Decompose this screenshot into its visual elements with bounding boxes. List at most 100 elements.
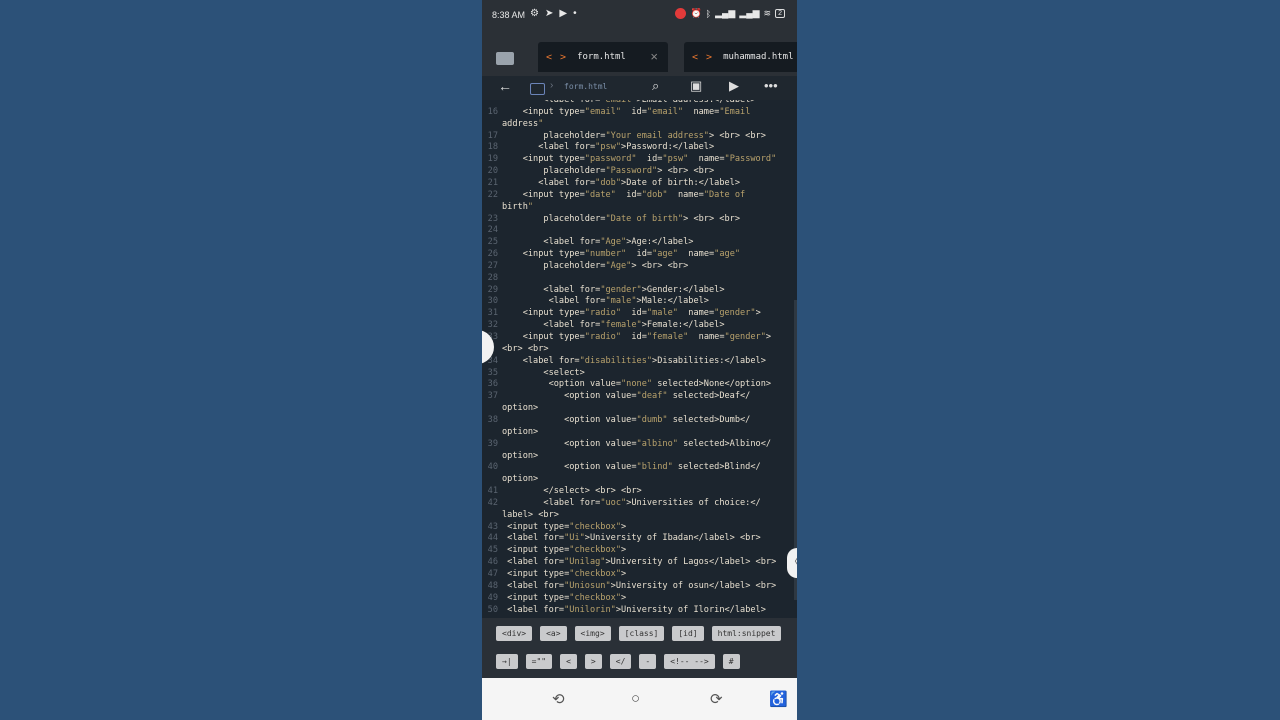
- code-line[interactable]: 25 <label for="Age">Age:</label>: [482, 236, 694, 248]
- code-line[interactable]: 30 <label for="male">Male:</label>: [482, 295, 709, 307]
- code-line[interactable]: address": [482, 118, 543, 130]
- snippet-key[interactable]: html:snippet: [711, 626, 782, 641]
- code-line[interactable]: 31 <input type="radio" id="male" name="g…: [482, 307, 761, 319]
- code-line[interactable]: option>: [482, 426, 538, 438]
- code-line[interactable]: 35 <select>: [482, 367, 585, 379]
- line-number: 35: [487, 367, 498, 378]
- recents-icon[interactable]: ⟲: [552, 690, 565, 708]
- code-line[interactable]: 37 <option value="deaf" selected>Deaf</: [482, 390, 751, 402]
- code-line[interactable]: option>: [482, 450, 538, 462]
- code-line[interactable]: 45 <input type="checkbox">: [482, 544, 627, 556]
- code-line[interactable]: 43 <input type="checkbox">: [482, 521, 627, 533]
- code-line[interactable]: birth": [482, 201, 533, 213]
- snippet-key[interactable]: →|: [496, 654, 518, 669]
- snippet-key[interactable]: #: [722, 654, 740, 669]
- code-line[interactable]: 23 placeholder="Date of birth"> <br> <br…: [482, 213, 740, 225]
- code-line[interactable]: 17 placeholder="Your email address"> <br…: [482, 130, 766, 142]
- code-line[interactable]: 44 <label for="Ui">University of Ibadan<…: [482, 532, 761, 544]
- code-text: <option value="blind" selected>Blind</: [502, 462, 761, 473]
- code-text: <input type="checkbox">: [502, 521, 627, 532]
- code-line[interactable]: 46 <label for="Unilag">University of Lag…: [482, 556, 777, 568]
- code-text: <option value="dumb" selected>Dumb</: [502, 414, 751, 425]
- snippet-key[interactable]: <a>: [540, 626, 567, 641]
- edge-panel-handle-right[interactable]: 〈: [787, 548, 797, 578]
- status-bar: 8:38 AM ⚙ ➤ ▶ • ⏰ ᛒ ▂▄▆ ▂▄▆ ≋ 2: [482, 0, 797, 34]
- code-line[interactable]: 41 </select> <br> <br>: [482, 485, 642, 497]
- code-editor[interactable]: <label for="email">Email address:</label…: [482, 100, 797, 618]
- code-text: <input type="email" id="email" name="Ema…: [502, 106, 751, 117]
- code-text: <input type="radio" id="female" name="ge…: [502, 332, 772, 342]
- code-line[interactable]: 34 <label for="disabilities">Disabilitie…: [482, 355, 766, 367]
- code-text: <label for="gender">Gender:</label>: [502, 284, 725, 295]
- code-icon: < >: [546, 51, 568, 63]
- code-text: birth": [502, 201, 534, 212]
- save-icon[interactable]: ▣: [690, 78, 702, 94]
- snippet-key[interactable]: -: [639, 654, 657, 669]
- code-line[interactable]: 18 <label for="psw">Password:</label>: [482, 141, 715, 153]
- back-arrow-icon[interactable]: ←: [498, 78, 512, 94]
- code-line[interactable]: 39 <option value="albino" selected>Albin…: [482, 438, 771, 450]
- code-line[interactable]: 24: [482, 224, 502, 236]
- snippet-key[interactable]: <img>: [574, 626, 611, 641]
- snippet-key[interactable]: <!-- -->: [664, 654, 715, 669]
- code-line[interactable]: 28: [482, 272, 502, 284]
- code-text: <input type="date" id="dob" name="Date o…: [502, 189, 746, 200]
- code-line[interactable]: label> <br>: [482, 509, 559, 521]
- code-line[interactable]: 33 <input type="radio" id="female" name=…: [482, 331, 771, 343]
- close-icon[interactable]: ×: [650, 49, 658, 64]
- tab-label: muhammad.html: [723, 52, 794, 62]
- snippet-key[interactable]: <div>: [496, 626, 533, 641]
- code-line[interactable]: 38 <option value="dumb" selected>Dumb</: [482, 414, 751, 426]
- code-line[interactable]: 48 <label for="Uniosun">University of os…: [482, 580, 777, 592]
- line-number: 19: [487, 154, 498, 165]
- snippet-key[interactable]: >: [584, 654, 602, 669]
- code-text: <label for="Unilag">University of Lagos<…: [502, 557, 777, 568]
- code-line[interactable]: 36 <option value="none" selected>None</o…: [482, 378, 771, 390]
- code-line[interactable]: option>: [482, 402, 538, 414]
- file-tab-bar: < > form.html × < > muhammad.html: [482, 34, 797, 76]
- code-line[interactable]: 19 <input type="password" id="psw" name=…: [482, 153, 777, 165]
- home-icon[interactable]: ○: [631, 690, 640, 707]
- accessibility-icon[interactable]: ♿: [769, 690, 788, 708]
- code-line[interactable]: 26 <input type="number" id="age" name="a…: [482, 248, 740, 260]
- snippet-key[interactable]: [class]: [618, 626, 665, 641]
- code-text: option>: [502, 474, 539, 485]
- more-icon[interactable]: •••: [764, 78, 778, 93]
- code-text: <label for="Uniosun">University of osun<…: [502, 580, 777, 591]
- code-line[interactable]: 16 <input type="email" id="email" name="…: [482, 106, 751, 118]
- snippet-key[interactable]: [id]: [672, 626, 704, 641]
- code-line[interactable]: 42 <label for="uoc">Universities of choi…: [482, 497, 761, 509]
- code-line[interactable]: 50 <label for="Unilorin">University of I…: [482, 604, 766, 616]
- line-number: 48: [487, 580, 498, 591]
- code-line[interactable]: 27 placeholder="Age"> <br> <br>: [482, 260, 689, 272]
- record-icon: [675, 8, 687, 19]
- phone-screen: 8:38 AM ⚙ ➤ ▶ • ⏰ ᛒ ▂▄▆ ▂▄▆ ≋ 2 < > form…: [482, 0, 797, 720]
- code-text: <label for="female">Female:</label>: [502, 320, 725, 331]
- snippet-key[interactable]: ="": [525, 654, 553, 669]
- code-line[interactable]: 32 <label for="female">Female:</label>: [482, 319, 725, 331]
- code-line[interactable]: 47 <input type="checkbox">: [482, 568, 627, 580]
- search-icon[interactable]: ⌕: [652, 78, 659, 94]
- breadcrumb-file[interactable]: form.html: [564, 82, 607, 91]
- code-text: option>: [502, 403, 539, 414]
- line-number: 47: [487, 569, 498, 579]
- code-line[interactable]: 40 <option value="blind" selected>Blind<…: [482, 461, 761, 473]
- play-icon[interactable]: ▶: [729, 78, 739, 94]
- line-number: 24: [487, 225, 498, 236]
- code-line[interactable]: 29 <label for="gender">Gender:</label>: [482, 284, 725, 296]
- folder-icon[interactable]: [530, 83, 545, 95]
- tab-form-html[interactable]: < > form.html ×: [538, 42, 668, 72]
- snippet-key[interactable]: </: [609, 654, 632, 669]
- symbol-keyboard-bar: <div> <a> <img> [class] [id] html:snippet →| =…: [482, 618, 797, 678]
- code-text: <input type="radio" id="male" name="gend…: [502, 308, 761, 319]
- code-line[interactable]: 22 <input type="date" id="dob" name="Dat…: [482, 189, 746, 201]
- code-text: option>: [502, 450, 539, 461]
- tab-muhammad-html[interactable]: < > muhammad.html: [684, 42, 797, 72]
- back-icon[interactable]: ⟳: [710, 690, 723, 708]
- code-line[interactable]: 20 placeholder="Password"> <br> <br>: [482, 165, 715, 177]
- code-line[interactable]: option>: [482, 473, 538, 485]
- snippet-key[interactable]: <: [560, 654, 577, 669]
- code-line[interactable]: 49 <input type="checkbox">: [482, 592, 627, 604]
- folder-icon[interactable]: [496, 52, 514, 65]
- code-line[interactable]: 21 <label for="dob">Date of birth:</labe…: [482, 177, 740, 189]
